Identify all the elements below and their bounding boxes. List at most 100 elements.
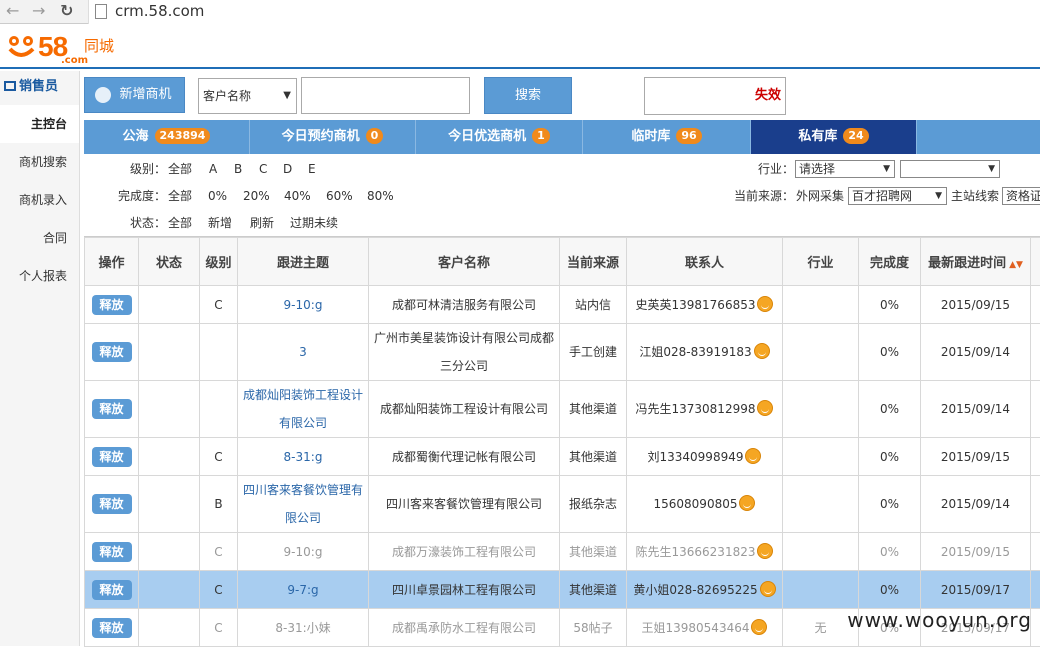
sidebar-header: 销售员 — [0, 71, 79, 105]
tab-temp-pool[interactable]: 临时库96 — [583, 120, 751, 154]
sidebar-item-dashboard[interactable]: 主控台 — [0, 105, 79, 143]
level-option-all[interactable]: 全部 — [168, 156, 192, 182]
status-option-all[interactable]: 全部 — [168, 210, 192, 236]
last-followup-cell: 2015/09/14 — [921, 476, 1031, 533]
topic-link[interactable]: 9-7:g — [238, 571, 369, 609]
action-cell: 释放 — [85, 438, 139, 476]
level-cell: C — [200, 533, 238, 571]
tab-public-pool[interactable]: 公海243894 — [84, 120, 250, 154]
contact-cell: 刘13340998949 — [627, 438, 783, 476]
search-button[interactable]: 搜索 — [484, 77, 572, 114]
last-followup-cell: 2015/09/14 — [921, 324, 1031, 381]
topic-link[interactable]: 四川客来客餐饮管理有限公司 — [238, 476, 369, 533]
action-cell: 释放 — [85, 286, 139, 324]
table-row[interactable]: 释放C9-7:g四川卓景园林工程有限公司其他渠道黄小姐028-826952250… — [85, 571, 1040, 609]
industry-sub-select[interactable]: ▼ — [900, 160, 1000, 178]
topic-link[interactable]: 9-10:g — [238, 533, 369, 571]
action-cell: 释放 — [85, 571, 139, 609]
smiley-chat-icon[interactable] — [760, 581, 776, 597]
smiley-chat-icon[interactable] — [745, 448, 761, 464]
status-cell — [139, 438, 200, 476]
topic-link[interactable]: 3 — [238, 324, 369, 381]
tab-label: 公海 — [123, 129, 149, 144]
arrow-left-icon[interactable]: ← — [6, 1, 19, 21]
release-button[interactable]: 释放 — [92, 295, 132, 315]
topic-link[interactable]: 8-31:g — [238, 438, 369, 476]
arrow-right-icon[interactable]: → — [32, 1, 45, 21]
tab-private-pool[interactable]: 私有库24 — [751, 120, 917, 154]
customer-cell: 成都万濠装饰工程有限公司 — [369, 533, 560, 571]
col-header-contact: 联系人 — [627, 238, 783, 286]
lead-pool-tabs: 公海243894 今日预约商机0 今日优选商机1 临时库96 私有库24 — [84, 120, 1040, 154]
sidebar-item-contract[interactable]: 合同 — [0, 219, 79, 257]
add-lead-button[interactable]: 新增商机 — [84, 77, 185, 113]
completeness-option-all[interactable]: 全部 — [168, 183, 192, 209]
smiley-chat-icon[interactable] — [757, 543, 773, 559]
search-field-select[interactable]: 客户名称 ▼ — [198, 78, 297, 114]
search-input[interactable] — [301, 77, 470, 114]
status-option-expired[interactable]: 过期未续 — [290, 210, 338, 236]
source-select[interactable]: 百才招聘网▼ — [848, 187, 947, 205]
status-option-refresh[interactable]: 刷新 — [250, 210, 274, 236]
contact-cell: 王姐13980543464 — [627, 609, 783, 647]
smiley-chat-icon[interactable] — [754, 343, 770, 359]
dropdown-arrow-icon: ▼ — [883, 161, 890, 177]
sidebar-item-personal-report[interactable]: 个人报表 — [0, 257, 79, 295]
topic-link[interactable]: 成都灿阳装饰工程设计有限公司 — [238, 381, 369, 438]
release-button[interactable]: 释放 — [92, 494, 132, 514]
topic-link[interactable]: 9-10:g — [238, 286, 369, 324]
col-header-level: 级别 — [200, 238, 238, 286]
topic-link[interactable]: 8-31:小妹 — [238, 609, 369, 647]
smiley-chat-icon[interactable] — [751, 619, 767, 635]
table-row[interactable]: 释放成都灿阳装饰工程设计有限公司成都灿阳装饰工程设计有限公司其他渠道冯先生137… — [85, 381, 1040, 438]
level-cell: C — [200, 438, 238, 476]
completeness-option-80[interactable]: 80% — [367, 183, 394, 209]
completeness-option-20[interactable]: 20% — [243, 183, 270, 209]
release-button[interactable]: 释放 — [92, 618, 132, 638]
logo-city: 同城 — [84, 35, 114, 56]
completeness-cell: 0% — [859, 533, 921, 571]
level-option-e[interactable]: E — [308, 156, 316, 182]
address-bar[interactable]: crm.58.com — [88, 0, 1040, 24]
smiley-chat-icon[interactable] — [757, 400, 773, 416]
industry-cell — [783, 476, 859, 533]
level-option-a[interactable]: A — [209, 156, 217, 182]
tab-label: 今日预约商机 — [282, 129, 360, 144]
release-button[interactable]: 释放 — [92, 447, 132, 467]
tab-today-preferred[interactable]: 今日优选商机1 — [416, 120, 583, 154]
tab-today-appointments[interactable]: 今日预约商机0 — [250, 120, 416, 154]
smiley-chat-icon[interactable] — [757, 296, 773, 312]
release-button[interactable]: 释放 — [92, 399, 132, 419]
status-cell — [139, 381, 200, 438]
table-row[interactable]: 释放C8-31:g成都蜀衡代理记帐有限公司其他渠道刘133409989490%2… — [85, 438, 1040, 476]
industry-select[interactable]: 请选择▼ — [795, 160, 895, 178]
reload-icon[interactable]: ↻ — [60, 1, 73, 21]
release-button[interactable]: 释放 — [92, 542, 132, 562]
table-row[interactable]: 释放C9-10:g成都万濠装饰工程有限公司其他渠道陈先生136662318230… — [85, 533, 1040, 571]
station-select[interactable]: 资格证 — [1002, 187, 1040, 205]
last-followup-cell: 2015/09/15 — [921, 286, 1031, 324]
col-header-last-followup[interactable]: 最新跟进时间▲▼ — [921, 238, 1031, 286]
level-option-c[interactable]: C — [259, 156, 267, 182]
release-button[interactable]: 释放 — [92, 580, 132, 600]
sidebar-item-lead-entry[interactable]: 商机录入 — [0, 181, 79, 219]
table-row[interactable]: 释放C9-10:g成都可林清洁服务有限公司站内信史英英139817668530%… — [85, 286, 1040, 324]
tab-label: 私有库 — [798, 129, 837, 144]
table-row[interactable]: 释放3广州市美星装饰设计有限公司成都三分公司手工创建江姐028-83919183… — [85, 324, 1040, 381]
level-option-d[interactable]: D — [283, 156, 292, 182]
release-button[interactable]: 释放 — [92, 342, 132, 362]
source-cell: 58帖子 — [560, 609, 627, 647]
customer-cell: 成都灿阳装饰工程设计有限公司 — [369, 381, 560, 438]
last-followup-cell: 2015/09/17 — [921, 571, 1031, 609]
table-row[interactable]: 释放B四川客来客餐饮管理有限公司四川客来客餐饮管理有限公司报纸杂志1560809… — [85, 476, 1040, 533]
lead-table-container: 操作 状态 级别 跟进主题 客户名称 当前来源 联系人 行业 完成度 最新跟进时… — [84, 236, 1040, 646]
completeness-option-0[interactable]: 0% — [208, 183, 227, 209]
smiley-chat-icon[interactable] — [739, 495, 755, 511]
sort-icon[interactable]: ▲▼ — [1009, 260, 1023, 270]
level-option-b[interactable]: B — [234, 156, 242, 182]
col-header-actions: 操作 — [85, 238, 139, 286]
completeness-option-40[interactable]: 40% — [284, 183, 311, 209]
status-option-new[interactable]: 新增 — [208, 210, 232, 236]
sidebar-item-lead-search[interactable]: 商机搜索 — [0, 143, 79, 181]
completeness-option-60[interactable]: 60% — [326, 183, 353, 209]
